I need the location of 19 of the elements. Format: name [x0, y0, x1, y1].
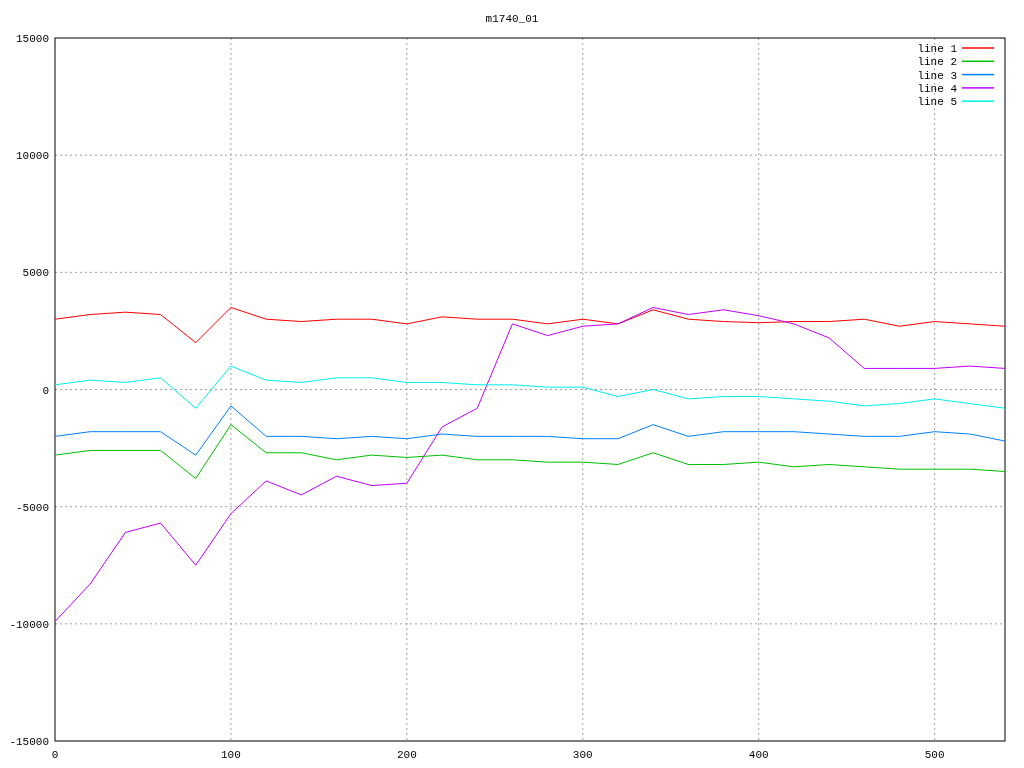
y-tick-label: -5000	[16, 501, 49, 514]
chart-title: m1740_01	[485, 13, 539, 25]
legend-label: line 4	[917, 82, 957, 95]
legend-label: line 3	[917, 69, 957, 82]
legend-label: line 1	[917, 43, 957, 55]
y-tick-label: 10000	[16, 150, 49, 163]
x-tick-label: 200	[396, 749, 417, 761]
legend-label: line 5	[917, 96, 957, 109]
y-tick-label: 5000	[22, 267, 49, 280]
x-tick-label: 500	[924, 749, 945, 761]
y-tick-label: 15000	[16, 33, 49, 45]
x-tick-label: 100	[221, 749, 241, 761]
x-tick-label: 400	[748, 749, 769, 761]
y-tick-label: -15000	[9, 736, 49, 748]
y-tick-label: -10000	[9, 618, 49, 631]
y-tick-label: 0	[42, 384, 49, 397]
x-tick-label: 300	[572, 749, 593, 761]
x-tick-label: 0	[51, 749, 59, 761]
legend-label: line 2	[917, 56, 957, 69]
